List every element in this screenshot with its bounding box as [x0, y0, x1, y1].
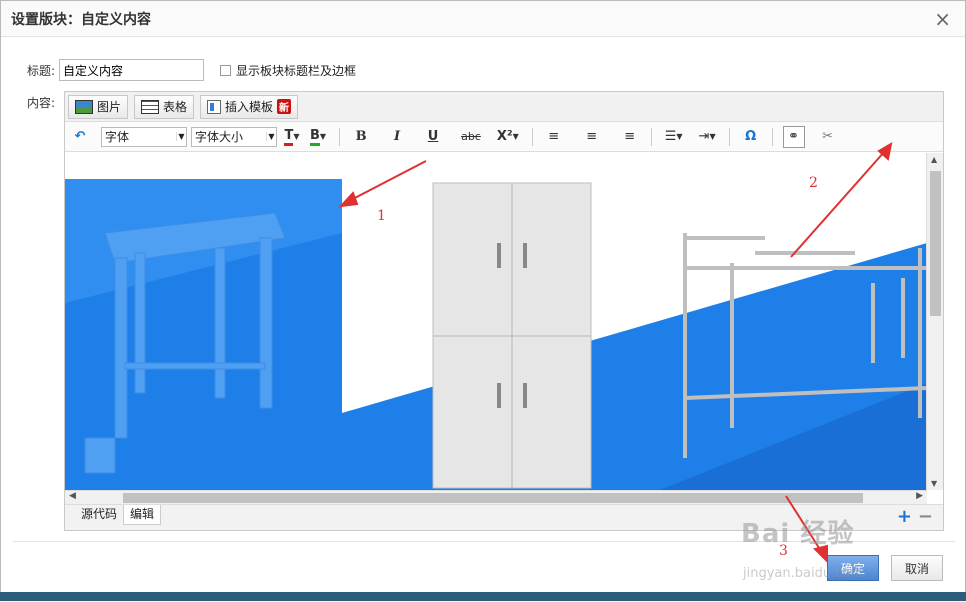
- annotation-label-1: 1: [377, 208, 386, 224]
- watermark-logo: Bai 经验: [741, 519, 855, 549]
- annotation-label-2: 2: [809, 175, 818, 191]
- window-bottom-edge: [0, 592, 966, 601]
- annotation-arrows: [338, 142, 893, 564]
- watermark-url: jingyan.baidu.com: [743, 566, 863, 581]
- settings-dialog: 设置版块：自定义内容 × 标题: 显示板块标题栏及边框 内容: 图片 表格 插入…: [0, 0, 966, 601]
